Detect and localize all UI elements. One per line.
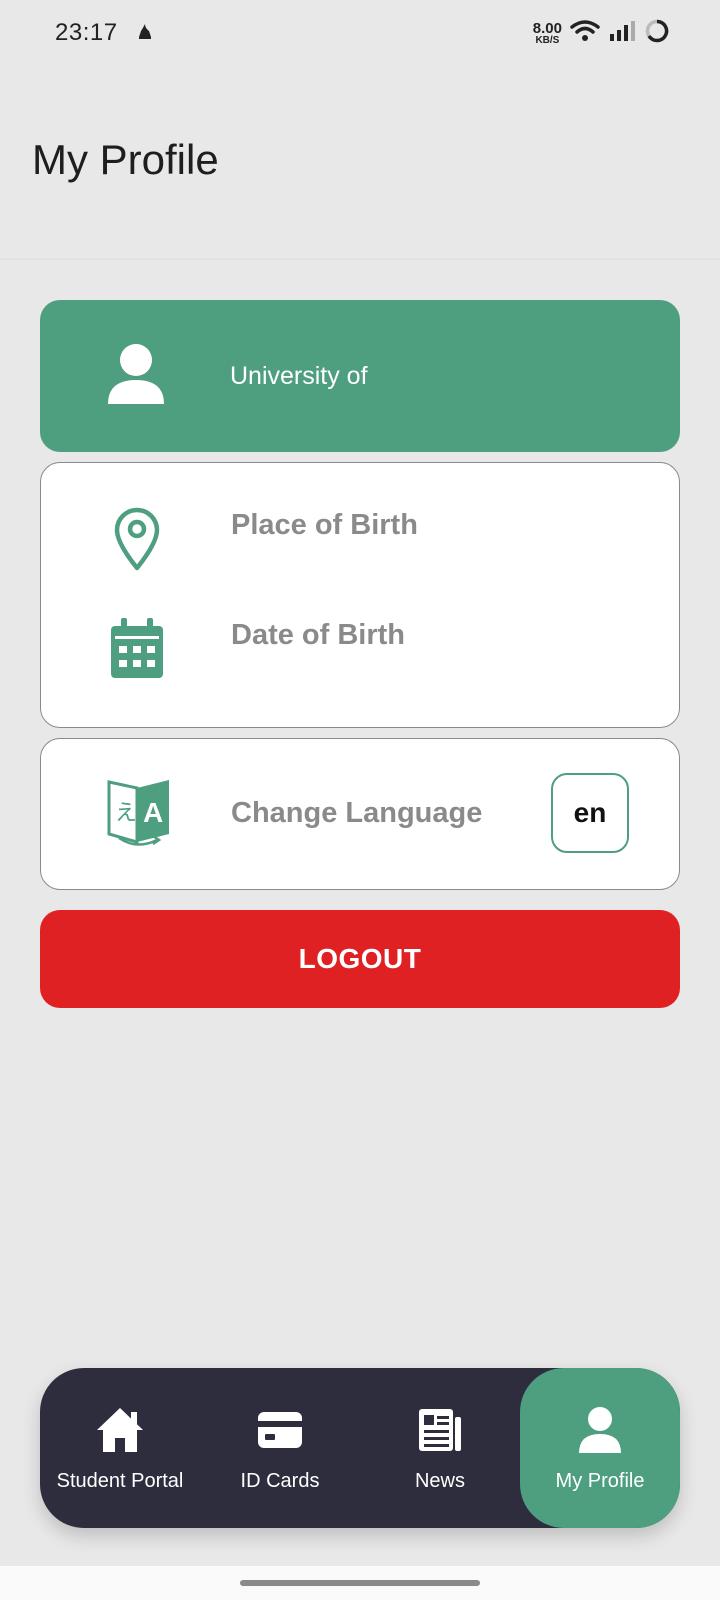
person-icon [106,342,166,406]
location-pin-icon [107,507,167,571]
place-of-birth-label: Place of Birth [231,509,418,541]
battery-icon [644,18,670,49]
nav-label-my-profile: My Profile [555,1469,645,1492]
nav-label-student-portal: Student Portal [56,1469,184,1492]
person-icon [574,1404,626,1456]
card-icon [254,1404,306,1456]
nav-item-id-cards[interactable]: ID Cards [200,1368,360,1528]
university-card: University of [40,300,680,452]
wifi-icon [570,19,600,48]
translate-icon: え A [107,779,171,846]
svg-text:え: え [115,801,137,826]
bottom-nav: Student Portal ID Cards News My Profile [40,1368,680,1528]
nav-item-student-portal[interactable]: Student Portal [40,1368,200,1528]
nav-item-news[interactable]: News [360,1368,520,1528]
nav-item-my-profile[interactable]: My Profile [520,1368,680,1528]
news-icon [414,1404,466,1456]
change-language-label: Change Language [231,797,483,829]
status-time: 23:17 [55,19,118,46]
page-title: My Profile [32,136,219,183]
notification-icon [136,22,154,45]
language-code-badge[interactable]: en [551,773,629,853]
university-label: University of [230,362,368,390]
logout-button[interactable]: LOGOUT [40,910,680,1008]
language-card[interactable]: え A Change Language en [40,738,680,890]
svg-text:A: A [143,797,163,828]
system-bar [0,1566,720,1600]
net-speed-unit: KB/S [535,34,560,46]
calendar-icon [107,617,167,681]
nav-label-id-cards: ID Cards [240,1469,320,1492]
header-divider [0,258,720,260]
status-right: 8.00 KB/S [533,18,670,49]
status-left: 23:17 [55,19,154,47]
nav-label-news: News [414,1469,465,1492]
date-of-birth-label: Date of Birth [231,619,405,651]
signal-icon [608,20,636,47]
birth-details-card: Place of Birth Date of Birth [40,462,680,728]
home-icon [94,1404,146,1456]
status-bar: 23:17 8.00 KB/S [0,0,720,66]
home-indicator[interactable] [240,1580,480,1586]
net-speed-value: 8.00 [532,19,562,37]
net-speed: 8.00 KB/S [533,21,562,46]
